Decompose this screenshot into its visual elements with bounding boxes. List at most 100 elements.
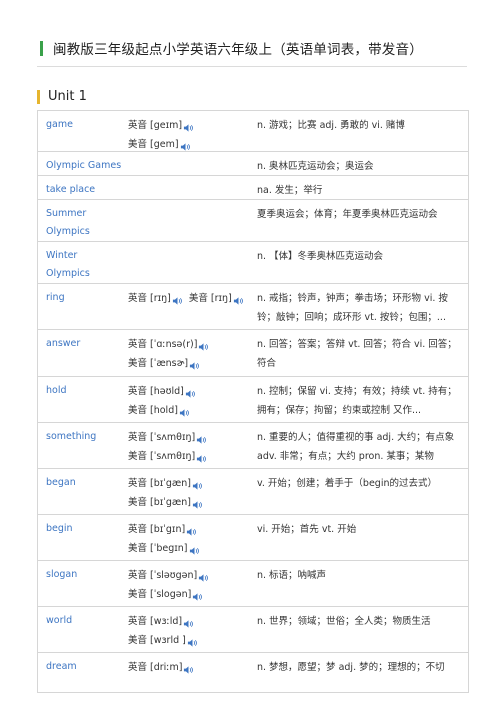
- definition-cell: 夏季奥运会；体育；年夏季奥林匹克运动会: [257, 209, 438, 220]
- table-row: take place na. 发生；举行: [38, 176, 468, 200]
- unit-header: Unit 1: [37, 89, 87, 104]
- title-divider: [37, 66, 467, 67]
- table-row: something 英音 [ˈsʌmθɪŋ] 美音 [ˈsʌmθɪŋ] n. 重要的人…: [38, 423, 468, 469]
- speaker-icon[interactable]: [187, 636, 198, 647]
- phonetic-text: 英音 [driːm]: [128, 662, 183, 673]
- table-row: Olympic Games n. 奥林匹克运动会；奥运会: [38, 152, 468, 176]
- speaker-icon[interactable]: [198, 571, 209, 582]
- pronunciation-line: 美音 [ˈsʌmθɪŋ]: [128, 447, 253, 466]
- word-link[interactable]: world: [46, 612, 124, 630]
- phonetic-text: 美音 [ˈsʌmθɪŋ]: [128, 451, 196, 462]
- phonetic-text: 英音 [həʊld]: [128, 386, 184, 397]
- word-link[interactable]: take place: [46, 181, 124, 199]
- definition-cell: v. 开始；创建；着手于（begin的过去式）: [257, 478, 437, 489]
- speaker-icon[interactable]: [196, 433, 207, 444]
- pronunciation-line: 美音 [ˈbegɪn]: [128, 539, 253, 558]
- unit-accent-bar: [37, 89, 40, 104]
- word-link[interactable]: hold: [46, 382, 124, 400]
- table-row: began 英音 [bɪˈgæn] 美音 [bɪˈgæn] v. 开始；创建；着手于（…: [38, 469, 468, 515]
- word-link[interactable]: ring: [46, 289, 124, 307]
- pronunciation-line: 英音 [ˈsləʊgən]: [128, 566, 253, 585]
- pronunciation-line: 美音 [wɜrld ]: [128, 631, 253, 650]
- word-link[interactable]: Summer Olympics: [46, 205, 124, 241]
- table-row: Winter Olympics n. 【体】冬季奥林匹克运动会: [38, 242, 468, 284]
- table-row: begin 英音 [bɪˈgɪn] 美音 [ˈbegɪn] vi. 开始；首先 vt.…: [38, 515, 468, 561]
- speaker-icon[interactable]: [192, 590, 203, 601]
- vocabulary-table: game 英音 [geɪm] 美音 [gem] n. 游戏；比赛 adj. 勇敢的 v…: [37, 110, 469, 693]
- speaker-icon[interactable]: [198, 340, 209, 351]
- phonetic-text: 美音 [ˈbegɪn]: [128, 543, 188, 554]
- table-row: game 英音 [geɪm] 美音 [gem] n. 游戏；比赛 adj. 勇敢的 v…: [38, 111, 468, 152]
- pronunciation-line: 英音 [rɪŋ] 美音 [rɪŋ]: [128, 289, 253, 308]
- pronunciation-cell: 英音 [ˈsʌmθɪŋ] 美音 [ˈsʌmθɪŋ]: [128, 428, 253, 466]
- phonetic-text: 英音 [rɪŋ]: [128, 293, 171, 304]
- table-row: hold 英音 [həʊld] 美音 [hold] n. 控制；保留 vi. 支持；有…: [38, 377, 468, 423]
- pronunciation-line: 英音 [həʊld]: [128, 382, 253, 401]
- phonetic-text: 英音 [ˈsləʊgən]: [128, 570, 198, 581]
- definition-cell: vi. 开始；首先 vt. 开始: [257, 524, 357, 535]
- pronunciation-line: 英音 [wɜːld]: [128, 612, 253, 631]
- word-link[interactable]: began: [46, 474, 124, 492]
- word-link[interactable]: Winter Olympics: [46, 247, 124, 283]
- speaker-icon[interactable]: [183, 617, 194, 628]
- word-link[interactable]: game: [46, 116, 124, 134]
- definition-cell: n. 控制；保留 vi. 支持；有效；持续 vt. 持有；拥有；保存；拘留；约束…: [257, 386, 457, 416]
- pronunciation-line: 美音 [ˈænsɚ]: [128, 354, 253, 373]
- pronunciation-cell: 英音 [ˈsləʊgən] 美音 [ˈslogən]: [128, 566, 253, 604]
- table-row: answer 英音 [ˈɑːnsə(r)] 美音 [ˈænsɚ] n. 回答；答案；答…: [38, 330, 468, 377]
- phonetic-text: 英音 [ˈsʌmθɪŋ]: [128, 432, 196, 443]
- title-accent-bar: [40, 40, 43, 56]
- definition-cell: na. 发生；举行: [257, 185, 323, 196]
- speaker-icon[interactable]: [183, 663, 194, 674]
- table-row: world 英音 [wɜːld] 美音 [wɜrld ] n. 世界；领域；世俗；全人…: [38, 607, 468, 653]
- phonetic-text: 美音 [wɜrld ]: [128, 635, 186, 646]
- pronunciation-cell: 英音 [wɜːld] 美音 [wɜrld ]: [128, 612, 253, 650]
- pronunciation-line: 美音 [ˈslogən]: [128, 585, 253, 604]
- definition-cell: n. 梦想，愿望；梦 adj. 梦的；理想的；不切: [257, 662, 445, 673]
- phonetic-text: 英音 [bɪˈgæn]: [128, 478, 191, 489]
- speaker-icon[interactable]: [180, 140, 191, 151]
- definition-cell: n. 奥林匹克运动会；奥运会: [257, 161, 374, 172]
- page-title: 闽教版三年级起点小学英语六年级上（英语单词表，带发音）: [53, 42, 423, 58]
- definition-cell: n. 重要的人；值得重视的事 adj. 大约；有点象 adv. 非常；有点；大约…: [257, 432, 455, 462]
- speaker-icon[interactable]: [192, 479, 203, 490]
- word-link[interactable]: answer: [46, 335, 124, 353]
- definition-cell: n. 回答；答案；答辩 vt. 回答；符合 vi. 回答；符合: [257, 339, 457, 369]
- word-link[interactable]: Olympic Games: [46, 157, 124, 175]
- speaker-icon[interactable]: [189, 544, 200, 555]
- table-row: Summer Olympics 夏季奥运会；体育；年夏季奥林匹克运动会: [38, 200, 468, 242]
- pronunciation-cell: 英音 [bɪˈgɪn] 美音 [ˈbegɪn]: [128, 520, 253, 558]
- phonetic-text: 美音 [hold]: [128, 405, 178, 416]
- pronunciation-cell: 英音 [bɪˈgæn] 美音 [bɪˈgæn]: [128, 474, 253, 512]
- speaker-icon[interactable]: [233, 294, 244, 305]
- phonetic-text: 美音 [bɪˈgæn]: [128, 497, 191, 508]
- speaker-icon[interactable]: [185, 387, 196, 398]
- word-link[interactable]: begin: [46, 520, 124, 538]
- speaker-icon[interactable]: [196, 452, 207, 463]
- phonetic-text: 英音 [bɪˈgɪn]: [128, 524, 186, 535]
- phonetic-text: 英音 [ˈɑːnsə(r)]: [128, 339, 198, 350]
- table-row: slogan 英音 [ˈsləʊgən] 美音 [ˈslogən] n. 标语；呐喊声: [38, 561, 468, 607]
- pronunciation-cell: 英音 [geɪm] 美音 [gem]: [128, 116, 253, 154]
- speaker-icon[interactable]: [189, 359, 200, 370]
- speaker-icon[interactable]: [179, 406, 190, 417]
- word-link[interactable]: something: [46, 428, 124, 446]
- pronunciation-cell: 英音 [ˈɑːnsə(r)] 美音 [ˈænsɚ]: [128, 335, 253, 373]
- speaker-icon[interactable]: [186, 525, 197, 536]
- phonetic-text: 美音 [rɪŋ]: [188, 293, 232, 304]
- definition-cell: n. 游戏；比赛 adj. 勇敢的 vi. 赌博: [257, 120, 405, 131]
- phonetic-text: 英音 [wɜːld]: [128, 616, 183, 627]
- table-row: ring 英音 [rɪŋ] 美音 [rɪŋ] n. 戒指；铃声，钟声；拳击场；环形物 …: [38, 284, 468, 330]
- pronunciation-line: 英音 [geɪm]: [128, 116, 253, 135]
- speaker-icon[interactable]: [192, 498, 203, 509]
- word-link[interactable]: slogan: [46, 566, 124, 584]
- phonetic-text: 美音 [ˈslogən]: [128, 589, 192, 600]
- definition-cell: n. 【体】冬季奥林匹克运动会: [257, 251, 384, 262]
- word-link[interactable]: dream: [46, 658, 124, 676]
- speaker-icon[interactable]: [172, 294, 183, 305]
- pronunciation-line: 英音 [ˈɑːnsə(r)]: [128, 335, 253, 354]
- pronunciation-line: 美音 [bɪˈgæn]: [128, 493, 253, 512]
- speaker-icon[interactable]: [183, 121, 194, 132]
- pronunciation-cell: 英音 [driːm]: [128, 658, 253, 677]
- definition-cell: n. 标语；呐喊声: [257, 570, 327, 581]
